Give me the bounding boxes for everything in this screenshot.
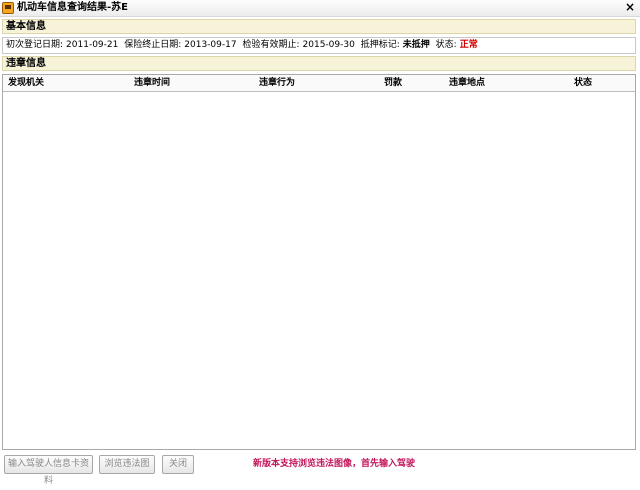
footer-bar: 输入驾驶人信息卡资料 浏览违法图 关闭 新版本支持浏览违法图像，首先输入驾驶 bbox=[0, 452, 640, 486]
status-label: 状态: bbox=[435, 40, 457, 50]
window-title: 机动车信息查询结果-苏E bbox=[17, 2, 128, 13]
title-bar: 机动车信息查询结果-苏E × bbox=[0, 0, 640, 17]
violation-info-header: 违章信息 bbox=[2, 56, 636, 71]
notice-text: 新版本支持浏览违法图像，首先输入驾驶 bbox=[253, 459, 416, 469]
column-header-fine[interactable]: 罚款 bbox=[381, 75, 402, 91]
insurance-end-value: 2013-09-17 bbox=[184, 40, 237, 50]
column-header-location[interactable]: 违章地点 bbox=[446, 75, 485, 91]
insurance-end-label: 保险终止日期: bbox=[124, 40, 182, 50]
inspection-valid-label: 检验有效期止: bbox=[242, 40, 300, 50]
column-header-status[interactable]: 状态 bbox=[571, 75, 592, 91]
close-button[interactable]: 关闭 bbox=[162, 455, 194, 474]
status-value: 正常 bbox=[459, 40, 478, 50]
mortgage-value: 未抵押 bbox=[402, 40, 430, 50]
register-date-value: 2011-09-21 bbox=[66, 40, 119, 50]
mortgage-label: 抵押标记: bbox=[360, 40, 400, 50]
input-driver-card-button[interactable]: 输入驾驶人信息卡资料 bbox=[4, 455, 93, 486]
violation-table-header: 发现机关 违章时间 违章行为 罚款 违章地点 状态 bbox=[3, 75, 635, 92]
column-header-agency[interactable]: 发现机关 bbox=[5, 75, 44, 91]
basic-info-row: 初次登记日期: 2011-09-21 保险终止日期: 2013-09-17 检验有效… bbox=[2, 37, 636, 54]
car-icon bbox=[2, 2, 14, 14]
browse-images-button[interactable]: 浏览违法图 bbox=[99, 455, 155, 474]
close-icon[interactable]: × bbox=[624, 1, 636, 14]
violation-table[interactable]: 发现机关 违章时间 违章行为 罚款 违章地点 状态 bbox=[2, 74, 636, 450]
register-date-label: 初次登记日期: bbox=[6, 40, 64, 50]
column-header-time[interactable]: 违章时间 bbox=[131, 75, 170, 91]
basic-info-header: 基本信息 bbox=[2, 19, 636, 34]
inspection-valid-value: 2015-09-30 bbox=[302, 40, 355, 50]
column-header-behavior[interactable]: 违章行为 bbox=[256, 75, 295, 91]
